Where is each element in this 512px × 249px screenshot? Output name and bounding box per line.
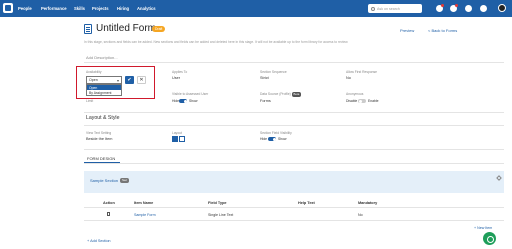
nav-people[interactable]: People — [18, 6, 32, 11]
section-header — [84, 171, 504, 193]
col-action: Action — [103, 201, 115, 205]
field-type-cell: Single Line Text — [208, 213, 234, 217]
add-section-button[interactable]: + Add Section — [87, 239, 111, 243]
anonymous-toggle[interactable] — [358, 99, 366, 103]
mail-icon[interactable] — [465, 5, 472, 12]
limit-value: Limit — [86, 99, 94, 103]
field-visibility-hide: Hide — [260, 137, 267, 141]
avatar[interactable] — [498, 4, 506, 12]
divider — [84, 125, 504, 126]
layout-style-heading: Layout & Style — [86, 115, 120, 121]
alert-icon[interactable] — [450, 4, 458, 12]
chat-icon[interactable] — [483, 232, 496, 245]
data-source-label: Data Source (Profile) — [260, 92, 291, 96]
nav-analytics[interactable]: Analytics — [137, 6, 156, 11]
visible-hide: Hide — [172, 99, 179, 103]
beta-badge: Beta — [292, 92, 301, 97]
search-icon — [371, 6, 375, 11]
layout-option-icon[interactable] — [172, 136, 178, 142]
field-visibility-label: Section Field Visibility — [260, 131, 292, 135]
preview-link[interactable]: Preview — [400, 28, 414, 33]
anonymous-enable: Enable — [368, 99, 379, 103]
divider — [84, 220, 504, 221]
nav-hiring[interactable]: Hiring — [117, 6, 129, 11]
applies-to-label: Applies To — [172, 70, 188, 74]
visible-label: Visible to Assessed User — [172, 92, 209, 96]
section-tag: Sec — [120, 178, 130, 183]
delete-icon[interactable] — [107, 212, 110, 216]
allow-response-label: Allow First Response — [346, 70, 377, 74]
visible-toggle[interactable] — [179, 99, 187, 103]
view-text-value[interactable]: Beside the Item — [86, 137, 112, 141]
nav-performance[interactable]: Performance — [41, 6, 67, 11]
notification-icon[interactable] — [436, 4, 444, 12]
highlight-box — [76, 66, 155, 99]
anonymous-label: Anonymous — [346, 92, 364, 96]
divider — [84, 207, 504, 208]
back-to-forms-link[interactable]: < Back to Forms — [428, 28, 457, 33]
divider — [84, 149, 504, 150]
field-visibility-show: Show — [278, 137, 287, 141]
anonymous-disable: Disable — [346, 99, 358, 103]
divider — [84, 62, 504, 63]
divider — [84, 112, 504, 113]
nav-skills[interactable]: Skills — [74, 6, 85, 11]
view-text-label: View Text Setting — [86, 131, 112, 135]
top-nav: People Performance Skills Projects Hirin… — [0, 0, 512, 17]
col-help-text: Help Text — [298, 201, 315, 205]
visible-show: Show — [189, 99, 198, 103]
status-badge: Draft — [152, 26, 166, 32]
item-name-cell[interactable]: Sample Form — [134, 213, 156, 217]
form-icon — [84, 24, 92, 34]
section-sequence-value[interactable]: Strict — [260, 76, 269, 80]
layout-label: Layout — [172, 131, 182, 135]
settings-icon[interactable] — [480, 5, 487, 12]
mandatory-cell: No — [358, 213, 363, 217]
section-name[interactable]: Sample Section — [90, 178, 118, 183]
tab-form-design[interactable]: FORM DESIGN — [87, 156, 115, 161]
field-visibility-toggle[interactable] — [268, 137, 276, 141]
col-item-name: Item Name — [134, 201, 154, 205]
description-field[interactable]: Add Description... — [86, 55, 118, 60]
data-source-value[interactable]: Forms — [260, 99, 271, 103]
layout-option-icon[interactable] — [179, 136, 185, 142]
col-field-type: Field Type — [208, 201, 227, 205]
page-title[interactable]: Untitled Form — [96, 23, 156, 34]
nav-projects[interactable]: Projects — [92, 6, 109, 11]
section-sequence-label: Section Sequence — [260, 70, 287, 74]
divider — [84, 163, 504, 164]
help-text: In this stage, sections and fields can b… — [84, 40, 349, 44]
app-logo[interactable] — [3, 3, 13, 13]
layout-selector[interactable] — [172, 136, 185, 142]
allow-response-value[interactable]: No — [346, 76, 351, 80]
search-input[interactable]: Ask on search — [368, 4, 422, 13]
col-mandatory: Mandatory — [358, 201, 378, 205]
new-item-button[interactable]: + New Item — [474, 226, 492, 230]
applies-to-value[interactable]: User — [172, 76, 180, 80]
